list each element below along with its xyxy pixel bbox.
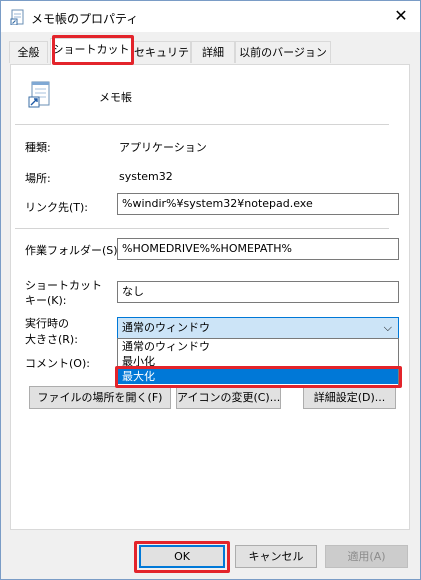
close-icon[interactable]: ✕ — [394, 6, 407, 25]
run-option-maximized[interactable]: 最大化 — [118, 369, 398, 384]
notepad-icon — [10, 9, 24, 25]
location-label: 場所: — [25, 172, 51, 185]
start-in-input[interactable]: %HOMEDRIVE%%HOMEPATH% — [117, 238, 399, 260]
shortcut-key-label-1: ショートカット — [25, 279, 102, 292]
cancel-button[interactable]: キャンセル — [235, 545, 317, 568]
window-title: メモ帳のプロパティ — [31, 12, 139, 26]
target-label: リンク先(T): — [25, 201, 89, 214]
ok-button[interactable]: OK — [139, 545, 225, 568]
run-label-1: 実行時の — [25, 317, 69, 330]
open-file-location-button[interactable]: ファイルの場所を開く(F) — [29, 386, 171, 409]
notepad-app-icon — [28, 81, 50, 108]
run-option-normal[interactable]: 通常のウィンドウ — [118, 339, 398, 354]
run-dropdown-list: 通常のウィンドウ 最小化 最大化 — [117, 338, 399, 386]
advanced-button[interactable]: 詳細設定(D)... — [303, 386, 396, 409]
shortcut-key-input[interactable]: なし — [117, 281, 399, 303]
apply-button: 適用(A) — [325, 545, 408, 568]
type-value: アプリケーション — [119, 141, 207, 154]
separator-2 — [15, 228, 389, 229]
tab-shortcut[interactable]: ショートカット — [50, 38, 132, 65]
tab-details[interactable]: 詳細 — [191, 41, 235, 63]
tab-general[interactable]: 全般 — [9, 41, 48, 63]
change-icon-button[interactable]: アイコンの変更(C)... — [176, 386, 281, 409]
target-input[interactable]: %windir%¥system32¥notepad.exe — [117, 193, 399, 215]
tab-security[interactable]: セキュリティ — [132, 41, 191, 81]
run-select[interactable]: 通常のウィンドウ ⌵ — [117, 317, 399, 339]
shortcut-key-label-2: キー(K): — [25, 294, 67, 307]
tab-previous-versions[interactable]: 以前のバージョン — [235, 41, 331, 63]
separator-1 — [15, 124, 389, 125]
close-button[interactable]: ✕ — [388, 5, 414, 27]
tab-strip: 全般 ショートカット セキュリティ 詳細 以前のバージョン — [1, 32, 420, 81]
properties-window: メモ帳のプロパティ ✕ 全般 ショートカット セキュリティ 詳細 以前のバージョ… — [0, 0, 421, 580]
run-label-2: 大きさ(R): — [25, 333, 78, 346]
type-label: 種類: — [25, 141, 51, 154]
location-value: system32 — [119, 170, 173, 183]
comment-label: コメント(O): — [25, 357, 90, 370]
run-select-value: 通常のウィンドウ — [122, 321, 210, 334]
app-name: メモ帳 — [99, 91, 132, 104]
title-bar: メモ帳のプロパティ ✕ — [1, 1, 420, 32]
chevron-down-icon[interactable]: ⌵ — [384, 318, 392, 338]
run-option-minimized[interactable]: 最小化 — [118, 354, 398, 369]
start-in-label: 作業フォルダー(S): — [25, 244, 122, 257]
